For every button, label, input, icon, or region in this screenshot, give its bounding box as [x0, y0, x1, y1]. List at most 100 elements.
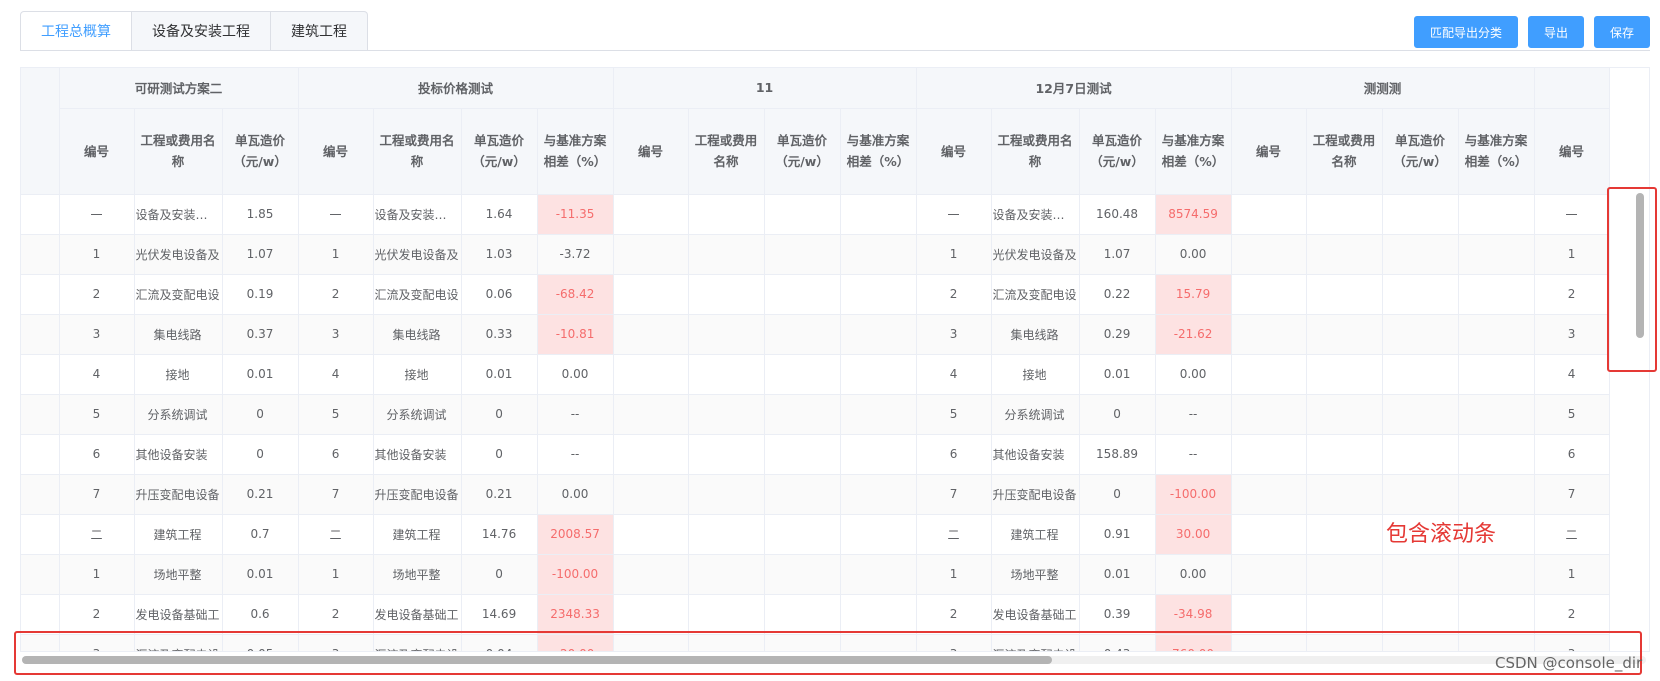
row-select-cell[interactable] [21, 394, 60, 435]
column-header-name[interactable]: 工程或费用名称 [688, 108, 765, 195]
row-select-cell[interactable] [21, 274, 60, 315]
cell-price: 14.69 [461, 594, 538, 635]
row-select-cell[interactable] [21, 234, 60, 275]
group-header-partial [1534, 68, 1610, 109]
comparison-table[interactable]: 可研测试方案二 投标价格测试 11 12月7日测试 测测测 编号 工程或费用名称 单瓦造价（… [20, 67, 1650, 652]
column-header-diff[interactable]: 与基准方案相差（%） [1155, 108, 1232, 195]
row-select-cell[interactable] [21, 354, 60, 395]
cell-empty [688, 234, 765, 275]
cell-empty [764, 594, 841, 635]
cell-empty [1231, 354, 1307, 395]
group-header-row: 可研测试方案二 投标价格测试 11 12月7日测试 测测测 [21, 68, 1610, 195]
cell-code: 3 [298, 314, 374, 355]
cell-price: 0 [222, 394, 299, 435]
cell-name: 接地 [991, 354, 1080, 395]
table-row[interactable]: 二建筑工程 0.7 二建筑工程 14.76 2008.57 二建筑工程 0.91 30.00 二 [21, 514, 1610, 555]
cell-empty [688, 514, 765, 555]
column-header-name[interactable]: 工程或费用名称 [991, 108, 1080, 195]
row-select-cell[interactable] [21, 434, 60, 475]
cell-code: 7 [298, 474, 374, 515]
column-header-code[interactable]: 编号 [298, 108, 374, 195]
cell-name: 升压变配电设备 [134, 474, 223, 515]
column-header-diff[interactable]: 与基准方案相差（%） [1458, 108, 1535, 195]
row-select-cell[interactable] [21, 314, 60, 355]
table-row[interactable]: 7 升压变配电设备 0.21 7 升压变配电设备 0.21 0.00 7 升压变配电设备 0 -10… [21, 474, 1610, 515]
row-select-cell[interactable] [21, 514, 60, 555]
table-row[interactable]: 5 分系统调试 0 5 分系统调试 0 -- 5 分系统调试 0 -- 5 [21, 394, 1610, 435]
cell-name: 设备及安装… [134, 194, 223, 235]
table-row[interactable]: 4 接地 0.01 4 接地 0.01 0.00 4 接地 0.01 0.00 4 [21, 354, 1610, 395]
cell-code: 4 [298, 354, 374, 395]
cell-price: 1.85 [222, 194, 299, 235]
column-header-name[interactable]: 工程或费用名称 [373, 108, 462, 195]
cell-diff: 0.00 [1155, 554, 1232, 595]
cell-diff: 8574.59 [1155, 194, 1232, 235]
table-row[interactable]: 3 集电线路 0.37 3 集电线路 0.33 -10.81 3 集电线路 0.29 -21.62 3 [21, 314, 1610, 355]
cell-price: 0.01 [461, 354, 538, 395]
cell-empty [764, 474, 841, 515]
cell-diff: -3.72 [537, 234, 614, 275]
column-header-code[interactable]: 编号 [613, 108, 689, 195]
cell-code: 二 [916, 514, 992, 555]
cell-code: 1 [298, 234, 374, 275]
cell-empty [1231, 594, 1307, 635]
cell-diff: -- [537, 434, 614, 475]
cell-price: 158.89 [1079, 434, 1156, 475]
cell-code: 2 [59, 594, 135, 635]
row-select-cell[interactable] [21, 554, 60, 595]
cell-code: 一 [59, 194, 135, 235]
column-header-price[interactable]: 单瓦造价（元/w） [1079, 108, 1156, 195]
cell-diff: 2348.33 [537, 594, 614, 635]
table-row[interactable]: 2 发电设备基础工 0.6 2 发电设备基础工 14.69 2348.33 2 发电设备基础工 0… [21, 594, 1610, 635]
cell-empty [688, 474, 765, 515]
column-header-diff[interactable]: 与基准方案相差（%） [840, 108, 917, 195]
cell-code: 3 [1534, 314, 1610, 355]
cell-name: 集电线路 [373, 314, 462, 355]
row-select-cell[interactable] [21, 474, 60, 515]
cell-empty [1458, 394, 1535, 435]
column-header-price[interactable]: 单瓦造价（元/w） [461, 108, 538, 195]
cell-name: 其他设备安装 [991, 434, 1080, 475]
column-header-code[interactable]: 编号 [1534, 108, 1610, 195]
cell-code: 一 [298, 194, 374, 235]
column-header-diff[interactable]: 与基准方案相差（%） [537, 108, 614, 195]
tab-total-estimate[interactable]: 工程总概算 [20, 11, 132, 51]
table-row[interactable]: 2 汇流及变配电设 0.19 2 汇流及变配电设 0.06 -68.42 2 汇流及变配电设 0.… [21, 274, 1610, 315]
cell-code: 1 [59, 234, 135, 275]
table-row[interactable]: 6 其他设备安装 0 6 其他设备安装 0 -- 6 其他设备安装 158.89 -- 6 [21, 434, 1610, 475]
row-select-cell[interactable] [21, 594, 60, 635]
column-header-price[interactable]: 单瓦造价（元/w） [764, 108, 841, 195]
cell-code: 1 [1534, 234, 1610, 275]
tab-equipment-installation[interactable]: 设备及安装工程 [132, 11, 271, 51]
tab-construction[interactable]: 建筑工程 [271, 11, 368, 51]
match-export-category-button[interactable]: 匹配导出分类 [1413, 16, 1518, 48]
table-row[interactable]: 一设备及安装… 1.85 一设备及安装… 1.64 -11.35 一设备及安装… 160.4… [21, 194, 1610, 235]
column-header-name[interactable]: 工程或费用名称 [1306, 108, 1383, 195]
cell-price: 1.03 [461, 234, 538, 275]
cell-code: 4 [59, 354, 135, 395]
cell-empty [840, 314, 917, 355]
group-header: 可研测试方案二 [59, 68, 299, 109]
table-row[interactable]: 1 场地平整 0.01 1 场地平整 0 -100.00 1 场地平整 0.01 0.00 1 [21, 554, 1610, 595]
cell-name: 分系统调试 [373, 394, 462, 435]
cell-price: 0.21 [222, 474, 299, 515]
cell-empty [688, 314, 765, 355]
cell-empty [688, 554, 765, 595]
column-header-code[interactable]: 编号 [1231, 108, 1307, 195]
cell-price: 0.01 [1079, 354, 1156, 395]
cell-empty [613, 514, 689, 555]
column-header-code[interactable]: 编号 [59, 108, 135, 195]
cell-name: 光伏发电设备及 [373, 234, 462, 275]
row-select-cell[interactable] [21, 194, 60, 235]
cell-diff: -68.42 [537, 274, 614, 315]
column-header-code[interactable]: 编号 [916, 108, 992, 195]
column-header-name[interactable]: 工程或费用名称 [134, 108, 223, 195]
save-button[interactable]: 保存 [1593, 16, 1650, 48]
column-header-price[interactable]: 单瓦造价（元/w） [1382, 108, 1459, 195]
table-row[interactable]: 1 光伏发电设备及 1.07 1 光伏发电设备及 1.03 -3.72 1 光伏发电设备及 1.0… [21, 234, 1610, 275]
cell-empty [764, 314, 841, 355]
cell-empty [1458, 554, 1535, 595]
cell-price: 0.7 [222, 514, 299, 555]
column-header-price[interactable]: 单瓦造价（元/w） [222, 108, 299, 195]
export-button[interactable]: 导出 [1527, 16, 1584, 48]
